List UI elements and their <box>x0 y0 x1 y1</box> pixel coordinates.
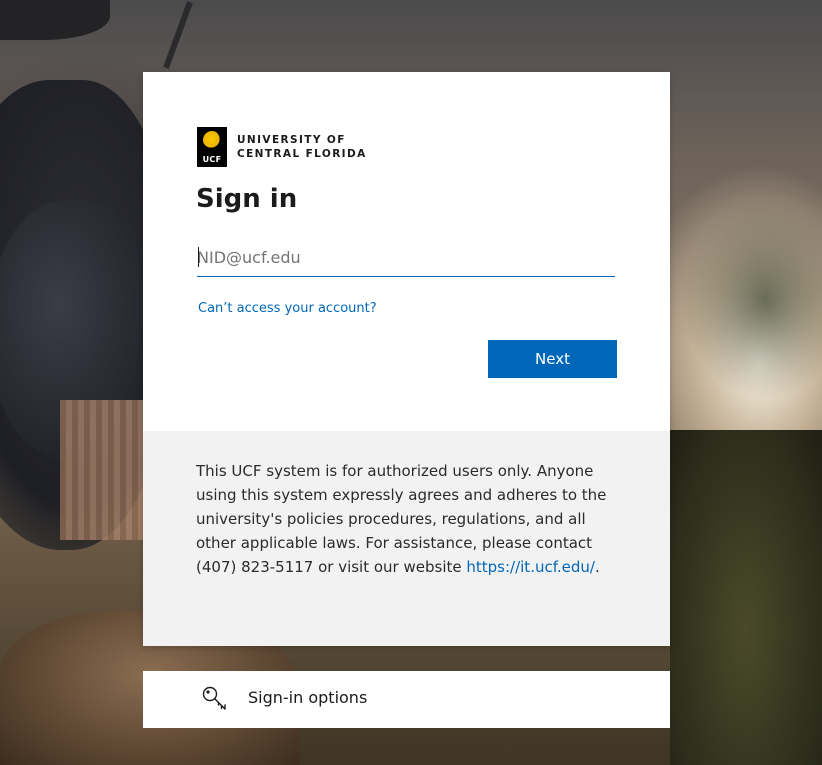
signin-options-label: Sign-in options <box>248 688 368 707</box>
text-cursor <box>198 247 199 267</box>
ucf-logo: UCF UNIVERSITY OF CENTRAL FLORIDA <box>197 127 372 167</box>
it-website-link[interactable]: https://it.ucf.edu/ <box>466 558 595 576</box>
email-field[interactable] <box>197 240 615 274</box>
background-palms <box>680 200 822 400</box>
signin-card: UCF UNIVERSITY OF CENTRAL FLORIDA Sign i… <box>143 72 670 646</box>
background-flag <box>0 0 110 40</box>
key-icon <box>202 686 226 710</box>
ucf-logo-mark: UCF <box>197 127 227 167</box>
background-building <box>60 400 150 540</box>
page-title: Sign in <box>196 184 298 214</box>
cant-access-account-link[interactable]: Can’t access your account? <box>198 301 377 316</box>
ucf-logo-mark-text: UCF <box>202 155 222 164</box>
logo-line-2: CENTRAL FLORIDA <box>237 148 367 160</box>
next-button[interactable]: Next <box>488 340 617 378</box>
notice-text: This UCF system is for authorized users … <box>196 459 626 579</box>
notice-trailing: . <box>594 558 600 576</box>
email-field-container <box>197 240 615 277</box>
ucf-logo-wordmark: UNIVERSITY OF CENTRAL FLORIDA <box>237 133 367 161</box>
pegasus-icon <box>203 131 221 149</box>
logo-line-1: UNIVERSITY OF <box>237 134 346 146</box>
signin-options-button[interactable]: Sign-in options <box>143 671 670 728</box>
background-trees <box>670 430 822 765</box>
background-pole <box>163 1 193 69</box>
authorized-use-notice: This UCF system is for authorized users … <box>143 431 670 646</box>
